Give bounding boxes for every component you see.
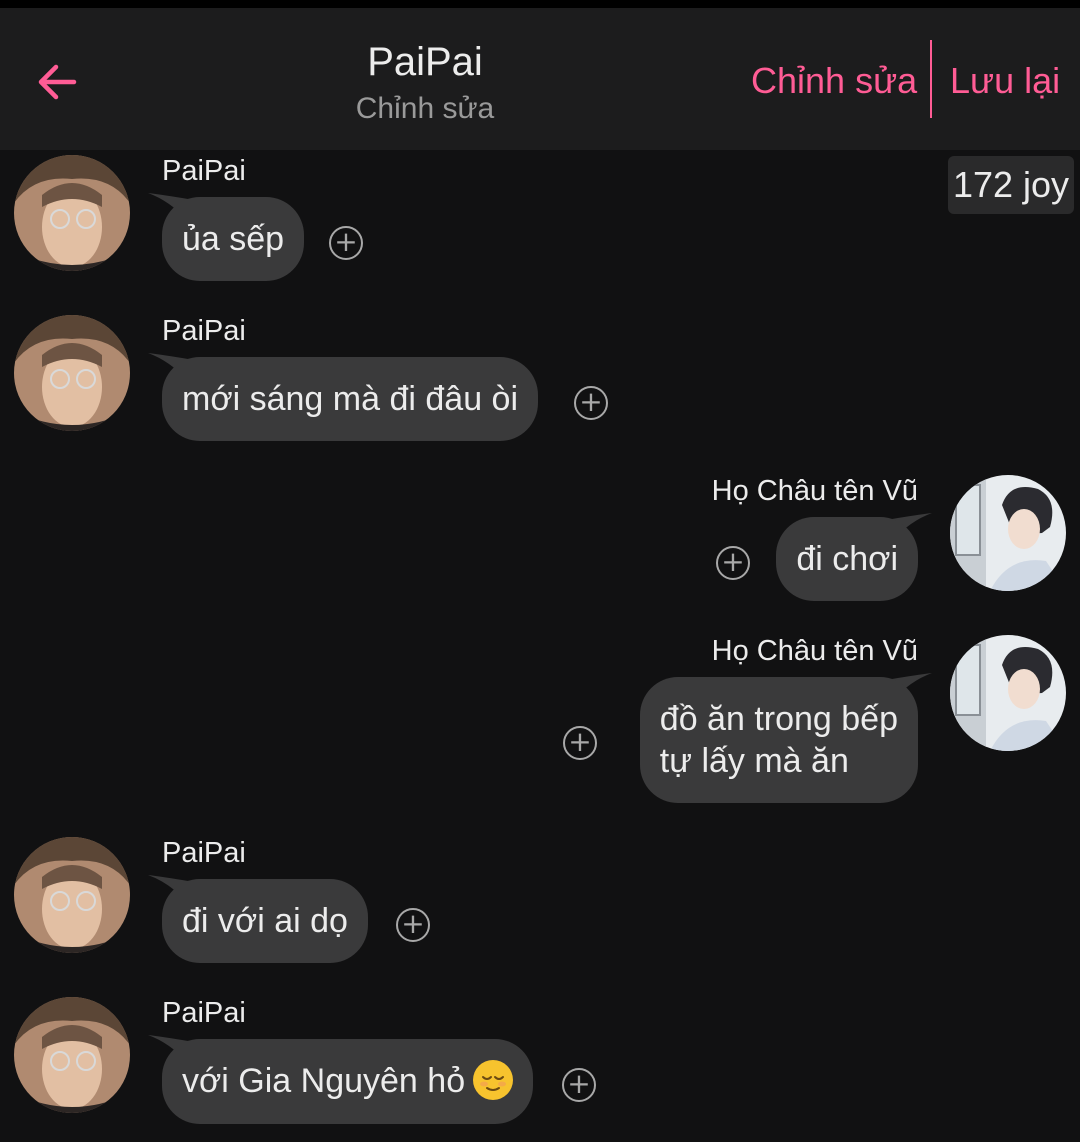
message-bubble[interactable]: đi với ai dọ bbox=[162, 879, 368, 963]
avatar-paipai[interactable] bbox=[14, 997, 130, 1113]
avatar-paipai[interactable] bbox=[14, 315, 130, 431]
sender-name: PaiPai bbox=[162, 837, 246, 869]
edit-button[interactable]: Chỉnh sửa bbox=[751, 60, 917, 102]
message-line: tự lấy mà ăn bbox=[659, 742, 849, 780]
relieved-face-emoji-icon bbox=[473, 1060, 514, 1101]
status-strip bbox=[0, 0, 1080, 8]
chat-title: PaiPai bbox=[367, 40, 483, 84]
avatar-ho-chau-ten-vu[interactable] bbox=[950, 635, 1066, 751]
add-reaction-button[interactable]: + bbox=[563, 726, 597, 760]
header-divider bbox=[930, 40, 932, 118]
chat-subtitle: Chỉnh sửa bbox=[355, 92, 495, 125]
avatar-paipai[interactable] bbox=[14, 837, 130, 953]
chat-header: PaiPai Chỉnh sửa Chỉnh sửa Lưu lại bbox=[0, 8, 1080, 150]
sender-name: PaiPai bbox=[162, 155, 246, 187]
avatar-paipai[interactable] bbox=[14, 155, 130, 271]
message-bubble[interactable]: đi chơi bbox=[776, 517, 918, 601]
joy-count-badge: 172 joy bbox=[948, 156, 1074, 214]
add-reaction-button[interactable]: + bbox=[562, 1068, 596, 1102]
add-reaction-button[interactable]: + bbox=[396, 908, 430, 942]
message-bubble[interactable]: đồ ăn trong bếp tự lấy mà ăn bbox=[639, 677, 918, 803]
add-reaction-button[interactable]: + bbox=[716, 546, 750, 580]
add-reaction-button[interactable]: + bbox=[574, 386, 608, 420]
sender-name: PaiPai bbox=[162, 315, 246, 347]
avatar-ho-chau-ten-vu[interactable] bbox=[950, 475, 1066, 591]
message-line: đồ ăn trong bếp bbox=[659, 700, 898, 738]
message-bubble[interactable]: mới sáng mà đi đâu òi bbox=[162, 357, 539, 441]
sender-name: Họ Châu tên Vũ bbox=[711, 475, 918, 507]
message-text: với Gia Nguyên hỏ bbox=[182, 1062, 466, 1100]
add-reaction-button[interactable]: + bbox=[329, 226, 363, 260]
message-bubble[interactable]: với Gia Nguyên hỏ bbox=[162, 1039, 534, 1125]
sender-name: PaiPai bbox=[162, 997, 246, 1029]
message-bubble[interactable]: ủa sếp bbox=[162, 197, 305, 281]
save-button[interactable]: Lưu lại bbox=[950, 60, 1060, 102]
sender-name: Họ Châu tên Vũ bbox=[711, 635, 918, 667]
